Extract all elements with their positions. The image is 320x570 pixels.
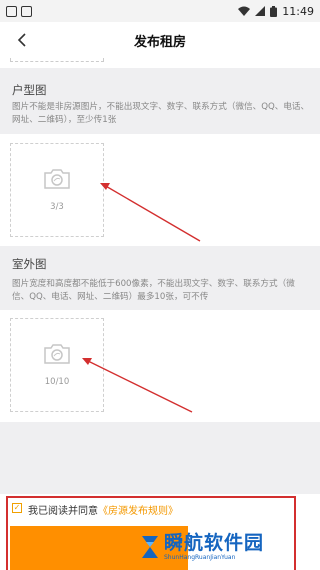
exterior-count: 10/10 [44,377,70,387]
agreement-label: 我已阅读并同意 [28,506,98,517]
page-title: 发布租房 [133,34,186,50]
watermark-subtitle: ShunHangRuanJianYuan [164,554,236,561]
camera-icon [44,344,70,364]
camera-icon [44,169,70,189]
rules-link[interactable]: 《房源发布规则》 [98,506,178,517]
exterior-upload-box[interactable]: 10/10 [10,318,104,412]
chevron-left-icon [17,33,26,47]
agreement-text: 我已阅读并同意《房源发布规则》 [28,502,178,517]
logo-icon [142,536,158,558]
notification-icon [21,5,32,17]
wifi-icon [238,6,251,16]
agreement-checkbox[interactable]: ✓ [12,503,22,513]
nav-bar: 发布租房 [0,22,320,58]
exterior-title: 室外图 [12,257,47,271]
floor-plan-count: 3/3 [50,202,64,212]
signal-icon [255,6,266,16]
floor-plan-upload-box[interactable]: 3/3 [10,143,104,237]
battery-icon [270,5,278,17]
previous-upload-box[interactable] [10,58,104,62]
check-icon: ✓ [13,503,21,512]
exterior-description: 图片宽度和高度都不能低于600像素，不能出现文字、数字、联系方式（微信、QQ、电… [12,279,295,302]
back-button[interactable] [10,28,34,52]
floor-plan-description: 图片不能是非房源图片，不能出现文字、数字、联系方式（微信、QQ、电话、网址、二维… [12,102,310,125]
notification-icon [6,5,17,17]
watermark-title: 瞬航软件园 [164,532,265,554]
floor-plan-title: 户型图 [12,83,47,97]
status-time: 11:49 [282,4,314,18]
status-bar: 11:49 [0,0,320,22]
watermark-logo: 瞬航软件园 ShunHangRuanJianYuan [140,528,264,566]
